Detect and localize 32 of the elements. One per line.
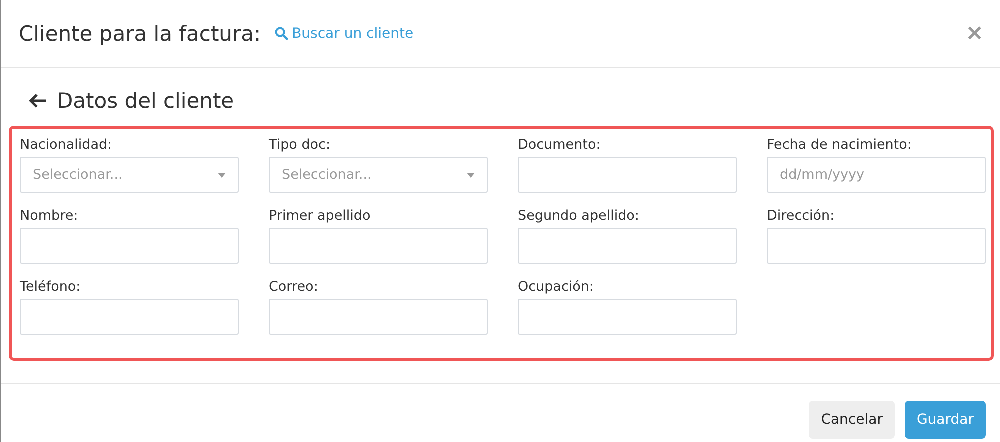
field-label: Nombre: [20,207,80,226]
field-label: Dirección: [767,207,836,226]
input-field[interactable] [20,299,239,335]
field-label: Ocupación: [518,278,595,297]
input-field[interactable] [518,299,737,335]
select-field[interactable]: Seleccionar... [20,157,239,193]
caret-icon [467,172,475,178]
select-field[interactable]: Seleccionar... [269,157,488,193]
field-label: Primer apellido [269,207,372,226]
field-label: Documento: [518,136,602,155]
input-field[interactable] [20,228,239,264]
field-label: Tipo doc: [269,136,332,155]
input-field[interactable] [518,157,737,193]
field-label: Correo: [269,278,320,297]
back-arrow-icon[interactable] [29,93,47,109]
field-label: Nacionalidad: [20,136,114,155]
input-field[interactable]: dd/mm/yyyy [767,157,986,193]
section-title: Datos del cliente [57,89,234,113]
cancel-button[interactable]: Cancelar [809,401,895,439]
search-client-link[interactable]: Buscar un cliente [275,26,414,42]
input-field[interactable] [518,228,737,264]
input-field[interactable] [269,299,488,335]
field-label: Fecha de nacimiento: [767,136,913,155]
caret-icon [218,172,226,178]
close-button[interactable]: × [966,21,984,46]
search-icon [275,27,288,40]
field-label: Teléfono: [20,278,82,297]
input-field[interactable] [767,228,986,264]
field-label: Segundo apellido: [518,207,640,226]
save-button[interactable]: Guardar [904,401,986,439]
dialog-title: Cliente para la factura: [19,22,262,46]
input-field[interactable] [269,228,488,264]
